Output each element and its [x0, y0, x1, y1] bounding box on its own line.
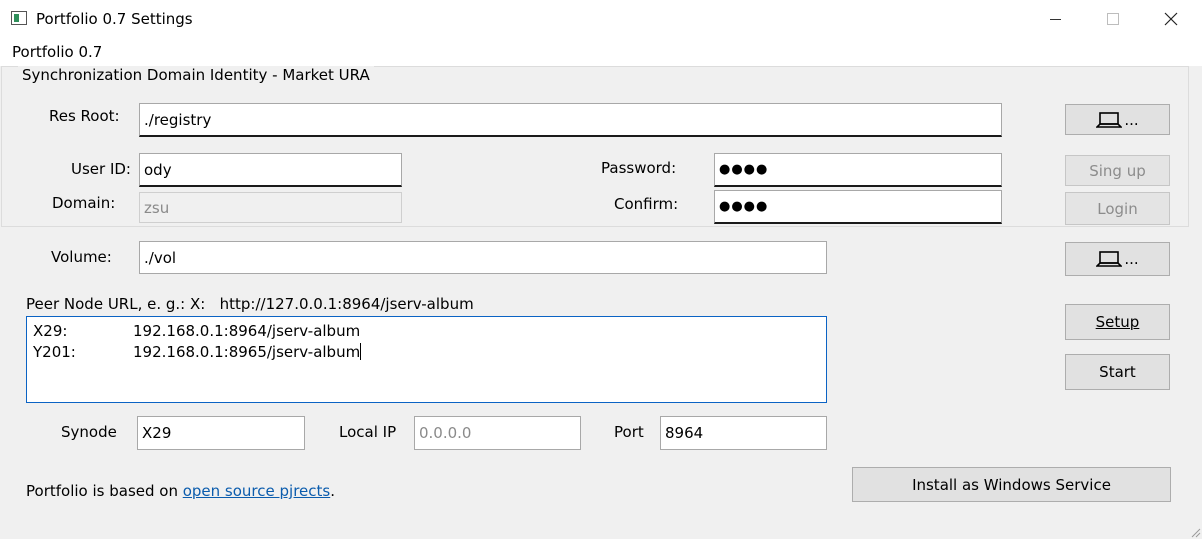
text-caret — [360, 343, 362, 360]
browse-label: ... — [1124, 250, 1139, 268]
peer-url: 192.168.0.1:8964/jserv-album — [133, 322, 361, 340]
local-ip-label: Local IP — [339, 423, 397, 441]
local-ip-input[interactable]: 0.0.0.0 — [414, 416, 581, 450]
footer-suffix: . — [330, 482, 335, 500]
res-root-input[interactable]: ./registry — [139, 103, 1002, 137]
peer-row: Y201: 192.168.0.1:8965/jserv-album — [33, 343, 362, 361]
synode-label: Synode — [61, 423, 117, 441]
laptop-icon — [1096, 111, 1123, 129]
laptop-icon — [1096, 250, 1123, 268]
setup-label: Setup — [1095, 313, 1140, 331]
user-id-input[interactable]: ody — [139, 153, 402, 187]
close-icon — [1164, 12, 1178, 26]
domain-input: zsu — [139, 192, 402, 223]
footer-text: Portfolio is based on open source pjrect… — [26, 482, 335, 500]
domain-label: Domain: — [52, 194, 116, 212]
window-title: Portfolio 0.7 Settings — [36, 10, 193, 28]
maximize-button[interactable] — [1084, 0, 1142, 38]
app-version-label: Portfolio 0.7 — [12, 43, 103, 61]
confirm-password-input[interactable]: ●●●● — [714, 190, 1002, 224]
footer-prefix: Portfolio is based on — [26, 482, 183, 500]
header-bar: Portfolio 0.7 — [0, 38, 1202, 66]
start-button[interactable]: Start — [1065, 354, 1170, 390]
peer-name: Y201: — [33, 343, 76, 361]
password-label: Password: — [601, 159, 677, 177]
peer-node-textarea[interactable]: X29: 192.168.0.1:8964/jserv-album Y201: 19… — [26, 316, 827, 403]
identity-group-title: Synchronization Domain Identity - Market… — [18, 66, 374, 84]
minimize-icon — [1049, 19, 1061, 20]
peer-row: X29: 192.168.0.1:8964/jserv-album — [33, 322, 360, 340]
peer-url: 192.168.0.1:8965/jserv-album — [133, 343, 361, 361]
volume-browse-button[interactable]: ... — [1065, 242, 1170, 276]
user-id-label: User ID: — [71, 160, 131, 178]
setup-button[interactable]: Setup — [1065, 304, 1170, 340]
confirm-label: Confirm: — [614, 195, 679, 213]
title-bar[interactable]: Portfolio 0.7 Settings — [0, 0, 1202, 38]
peer-node-url-label: Peer Node URL, e. g.: X: http://127.0.0.… — [26, 295, 474, 313]
resize-grip-icon[interactable] — [1189, 526, 1201, 538]
close-button[interactable] — [1142, 0, 1200, 38]
login-button[interactable]: Login — [1065, 192, 1170, 225]
maximize-icon — [1107, 13, 1119, 25]
signup-button[interactable]: Sing up — [1065, 155, 1170, 186]
res-root-browse-button[interactable]: ... — [1065, 104, 1170, 135]
browse-label: ... — [1124, 110, 1139, 129]
volume-input[interactable]: ./vol — [139, 241, 827, 274]
password-input[interactable]: ●●●● — [714, 153, 1002, 187]
start-label: Start — [1099, 363, 1136, 381]
app-window-icon — [11, 11, 27, 25]
port-label: Port — [614, 423, 644, 441]
volume-label: Volume: — [51, 248, 112, 266]
synode-input[interactable]: X29 — [137, 416, 305, 450]
install-service-button[interactable]: Install as Windows Service — [852, 467, 1171, 502]
open-source-link[interactable]: open source pjrects — [183, 482, 330, 500]
res-root-label: Res Root: — [49, 107, 120, 125]
peer-name: X29: — [33, 322, 68, 340]
port-input[interactable]: 8964 — [660, 416, 827, 450]
minimize-button[interactable] — [1026, 0, 1084, 38]
